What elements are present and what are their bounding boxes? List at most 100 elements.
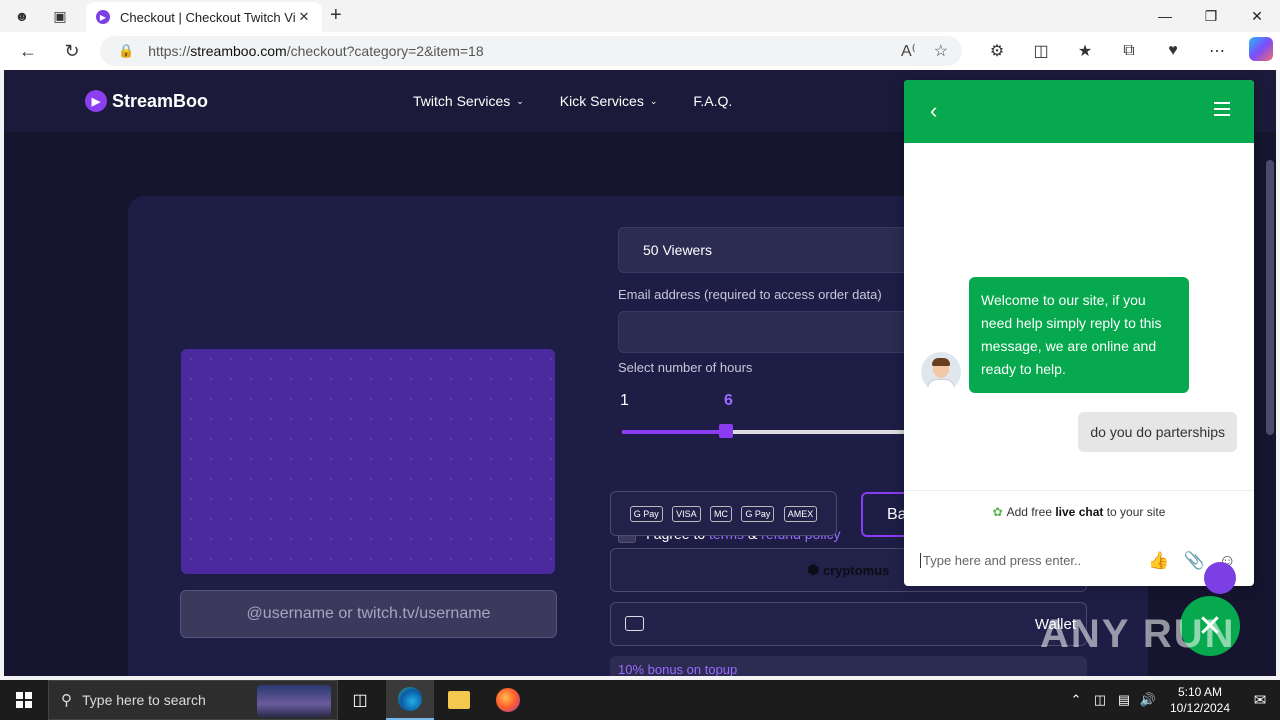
edge-taskbar-icon[interactable] bbox=[386, 680, 434, 720]
hours-label: Select number of hours bbox=[618, 360, 753, 375]
hours-slider-thumb[interactable] bbox=[719, 424, 733, 438]
profile-icon[interactable]: ☻ bbox=[6, 0, 38, 32]
crypto-label: cryptomus bbox=[822, 562, 890, 578]
task-view-icon[interactable]: ◫ bbox=[336, 680, 384, 720]
volume-icon[interactable]: 🔊 bbox=[1136, 692, 1160, 708]
package-select[interactable]: 50 Viewers bbox=[618, 227, 918, 273]
search-highlight-image bbox=[257, 685, 331, 717]
back-icon[interactable]: ← bbox=[6, 32, 50, 70]
site-chat-bubble[interactable] bbox=[1204, 562, 1236, 594]
nav-label: F.A.Q. bbox=[693, 93, 733, 109]
page-scrollbar[interactable] bbox=[1266, 160, 1274, 435]
chat-menu-icon[interactable] bbox=[1214, 102, 1230, 120]
windows-taskbar: ⚲ Type here to search ◫ ⌃ ◫ ▤ 🔊 5:10 AM … bbox=[0, 680, 1280, 720]
close-tab-icon[interactable]: ✕ bbox=[296, 9, 312, 25]
leaf-icon: ✿ bbox=[992, 505, 1003, 519]
nav-kick-services[interactable]: Kick Services ⌄ bbox=[560, 93, 658, 109]
clock[interactable]: 5:10 AM 10/12/2024 bbox=[1160, 684, 1240, 716]
search-placeholder: Type here to search bbox=[82, 692, 206, 708]
nav-twitch-services[interactable]: Twitch Services ⌄ bbox=[413, 93, 524, 109]
nav-label: Kick Services bbox=[559, 93, 644, 109]
clock-date: 10/12/2024 bbox=[1169, 701, 1231, 715]
split-screen-icon[interactable]: ◫ bbox=[1019, 41, 1063, 61]
streamboo-favicon-icon: ▶ bbox=[96, 10, 110, 24]
thumbs-up-icon[interactable]: 👍 bbox=[1148, 551, 1169, 571]
wallet-icon bbox=[625, 616, 644, 631]
firefox-icon[interactable] bbox=[484, 680, 532, 720]
card-payment-option[interactable]: G Pay VISA MC G Pay AMEX bbox=[610, 491, 837, 536]
performance-icon[interactable]: ♥ bbox=[1151, 42, 1195, 60]
start-button[interactable] bbox=[0, 680, 48, 720]
google-pay-icon: G Pay bbox=[741, 505, 775, 522]
streamboo-logo-icon: ▶ bbox=[85, 90, 107, 112]
chat-message-input[interactable]: Type here and press enter.. bbox=[920, 553, 1081, 568]
nav-faq[interactable]: F.A.Q. bbox=[693, 93, 732, 109]
site-logo[interactable]: ▶ StreamBoo bbox=[85, 90, 208, 112]
network-icon[interactable]: ▤ bbox=[1112, 692, 1136, 708]
stream-preview bbox=[181, 349, 555, 574]
amex-icon: AMEX bbox=[783, 505, 818, 522]
restore-icon[interactable]: ❐ bbox=[1188, 0, 1234, 32]
hours-slider-fill bbox=[622, 430, 726, 434]
promo-suffix: to your site bbox=[1106, 505, 1166, 519]
email-field[interactable] bbox=[618, 311, 918, 353]
promo-prefix: Add free bbox=[1006, 505, 1052, 519]
system-tray: ⌃ ◫ ▤ 🔊 5:10 AM 10/12/2024 ✉ bbox=[1064, 680, 1280, 720]
clock-time: 5:10 AM bbox=[1177, 685, 1223, 699]
search-icon: ⚲ bbox=[61, 692, 72, 709]
favorites-icon[interactable]: ★ bbox=[1063, 41, 1107, 61]
cryptomus-logo-icon: ⬢ bbox=[807, 562, 819, 577]
favorite-star-icon[interactable]: ☆ bbox=[934, 41, 948, 61]
meet-icon[interactable]: ◫ bbox=[1088, 692, 1112, 708]
lock-icon[interactable]: 🔒 bbox=[118, 43, 134, 59]
visa-icon: VISA bbox=[672, 505, 701, 522]
hours-min: 1 bbox=[620, 392, 629, 409]
anyrun-watermark: ANY RUN bbox=[1040, 612, 1236, 656]
browser-tab-active[interactable]: ▶ Checkout | Checkout Twitch Viev ✕ bbox=[86, 2, 322, 32]
bonus-banner: 10% bonus on topup bbox=[610, 656, 1087, 676]
url-path: /checkout?category=2&item=18 bbox=[286, 43, 484, 59]
collections-icon[interactable]: ⧉ bbox=[1107, 42, 1151, 60]
email-label: Email address (required to access order … bbox=[618, 287, 882, 302]
chevron-down-icon: ⌄ bbox=[516, 95, 524, 106]
mastercard-icon: MC bbox=[709, 505, 732, 522]
windows-logo-icon bbox=[16, 692, 32, 708]
minimize-icon[interactable]: — bbox=[1142, 0, 1188, 32]
wallet-payment-option[interactable]: Wallet bbox=[610, 602, 1087, 646]
chat-back-icon[interactable]: ‹ bbox=[930, 98, 937, 124]
agent-message: Welcome to our site, if you need help si… bbox=[969, 277, 1189, 393]
chevron-down-icon: ⌄ bbox=[649, 95, 658, 106]
main-nav: Twitch Services ⌄ Kick Services ⌄ F.A.Q. bbox=[413, 93, 732, 109]
user-message: do you do parterships bbox=[1078, 412, 1237, 452]
chevron-up-icon[interactable]: ⌃ bbox=[1064, 692, 1088, 708]
extensions-icon[interactable]: ⚙ bbox=[975, 41, 1019, 61]
tab-title: Checkout | Checkout Twitch Viev bbox=[120, 9, 296, 25]
read-aloud-icon[interactable]: A⁽ bbox=[901, 41, 916, 61]
address-bar-row: ← ↻ 🔒 https://streamboo.com/checkout?cat… bbox=[0, 32, 1280, 70]
close-window-icon[interactable]: ✕ bbox=[1234, 0, 1280, 32]
hours-selected: 6 bbox=[724, 392, 733, 409]
hours-slider[interactable] bbox=[622, 424, 918, 438]
username-input[interactable]: @username or twitch.tv/username bbox=[180, 590, 557, 638]
refresh-icon[interactable]: ↻ bbox=[50, 32, 94, 70]
nav-label: Twitch Services bbox=[413, 93, 511, 109]
tab-actions-icon[interactable]: ▣ bbox=[44, 0, 76, 32]
live-chat-widget: ‹ Welcome to our site, if you need help … bbox=[904, 80, 1254, 586]
taskbar-search[interactable]: ⚲ Type here to search bbox=[48, 680, 338, 720]
copilot-icon[interactable] bbox=[1239, 36, 1280, 66]
chat-promo-link[interactable]: ✿ Add free live chat to your site bbox=[904, 505, 1254, 519]
attachment-icon[interactable]: 📎 bbox=[1183, 551, 1204, 571]
more-menu-icon[interactable]: ⋯ bbox=[1195, 41, 1239, 61]
brand-name: StreamBoo bbox=[112, 90, 209, 111]
url-field[interactable]: 🔒 https://streamboo.com/checkout?categor… bbox=[100, 36, 962, 66]
promo-bold: live chat bbox=[1055, 505, 1104, 519]
window-controls: — ❐ ✕ bbox=[1142, 0, 1280, 32]
browser-tab-bar: ☻ ▣ ▶ Checkout | Checkout Twitch Viev ✕ … bbox=[0, 0, 1280, 32]
new-tab-icon[interactable]: + bbox=[330, 4, 342, 27]
url-host: streamboo.com bbox=[190, 43, 287, 59]
chat-footer: ✿ Add free live chat to your site Type he… bbox=[904, 490, 1254, 586]
notifications-icon[interactable]: ✉ bbox=[1240, 691, 1280, 709]
chat-header: ‹ bbox=[904, 80, 1254, 143]
file-explorer-icon[interactable] bbox=[435, 680, 483, 720]
url-prefix: https:// bbox=[148, 43, 191, 59]
